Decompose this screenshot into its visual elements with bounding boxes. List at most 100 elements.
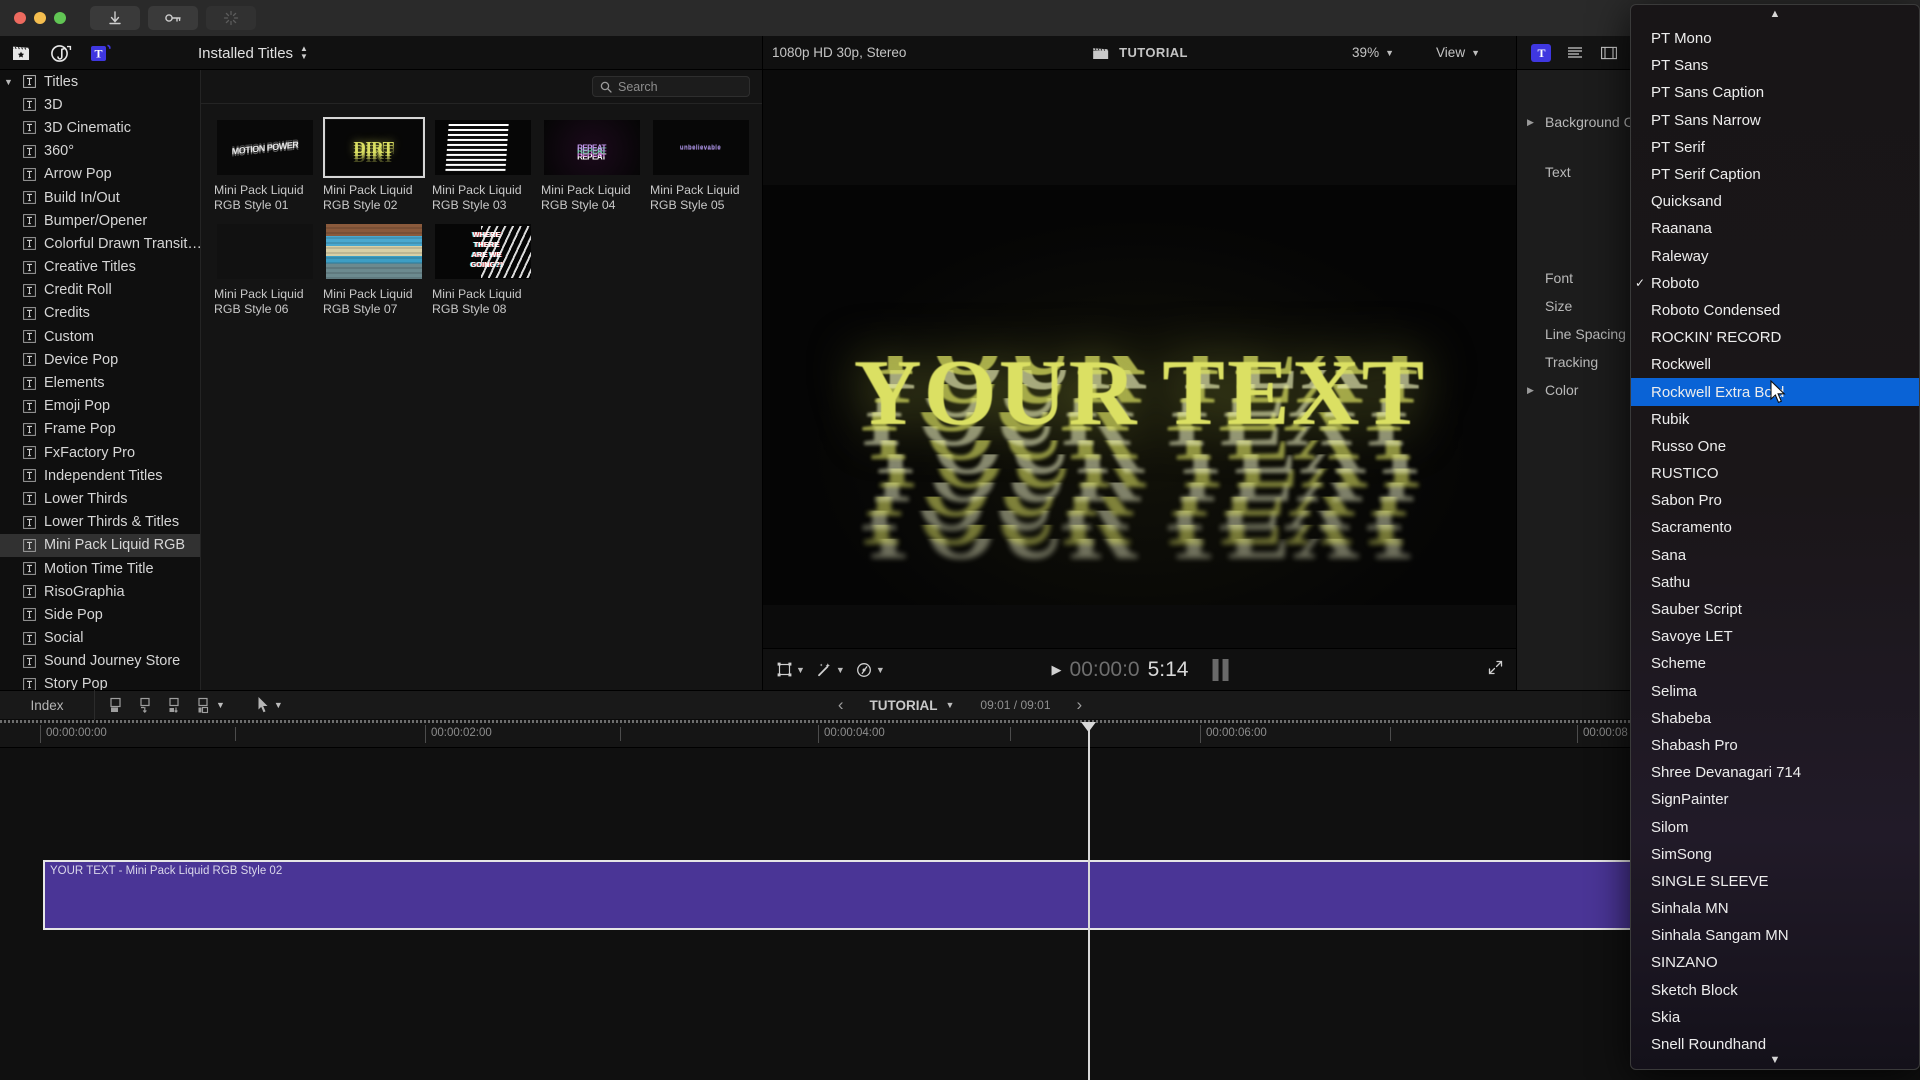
font-menu-item[interactable]: Selima	[1631, 678, 1919, 705]
minimize-window-button[interactable]	[34, 12, 46, 24]
font-menu-item[interactable]: Shabash Pro	[1631, 732, 1919, 759]
maximize-window-button[interactable]	[54, 12, 66, 24]
timeline-index-button[interactable]: Index	[0, 690, 95, 720]
sidebar-item-lower-thirds[interactable]: Lower Thirds	[0, 487, 200, 510]
font-menu-item[interactable]: Sana	[1631, 542, 1919, 569]
scroll-down-arrow-icon[interactable]: ▼	[1631, 1051, 1919, 1069]
thumbnail-preview[interactable]	[325, 224, 422, 279]
sidebar-item-sound-journey-store[interactable]: Sound Journey Store	[0, 650, 200, 673]
font-menu-item[interactable]: Sinhala Sangam MN	[1631, 922, 1919, 949]
font-menu-item[interactable]: ✓ Roboto	[1631, 270, 1919, 297]
select-arrow-tool-menu[interactable]: ▼	[257, 696, 283, 714]
sidebar-item-custom[interactable]: Custom	[0, 325, 200, 348]
font-menu-item[interactable]: Shabeba	[1631, 705, 1919, 732]
titles-thumbnail-grid[interactable]: MOTION POWER Mini Pack Liquid RGB Style 01…	[201, 104, 762, 328]
sidebar-item-emoji-pop[interactable]: Emoji Pop	[0, 395, 200, 418]
sidebar-item-build-in-out[interactable]: Build In/Out	[0, 186, 200, 209]
thumbnail-preview[interactable]: MOTION POWER	[216, 120, 313, 175]
sidebar-item-side-pop[interactable]: Side Pop	[0, 603, 200, 626]
music-photos-icon[interactable]	[50, 43, 72, 63]
range-tool-menu[interactable]: ▼	[196, 697, 225, 714]
font-menu-item[interactable]: PT Mono	[1631, 25, 1919, 52]
expand-viewer-button[interactable]	[1488, 660, 1503, 680]
font-menu-item[interactable]: Sauber Script	[1631, 596, 1919, 623]
next-project-button[interactable]: ›	[1076, 695, 1082, 715]
trim-tool-icon[interactable]	[109, 697, 126, 714]
thumbnail-preview[interactable]	[434, 120, 531, 175]
thumbnail-preview[interactable]: DIRT	[322, 117, 425, 178]
title-thumbnail-item[interactable]: REPEAT Mini Pack Liquid RGB Style 04	[538, 120, 645, 212]
sidebar-item-360[interactable]: 360°	[0, 140, 200, 163]
font-menu-item[interactable]: SignPainter	[1631, 786, 1919, 813]
transform-tool-menu[interactable]: ▼	[777, 662, 805, 677]
sidebar-item-credits[interactable]: Credits	[0, 302, 200, 325]
font-menu-item[interactable]: Scheme	[1631, 650, 1919, 677]
title-thumbnail-item[interactable]: WHERETHEREARE WEGOING?! Mini Pack LiquidR…	[429, 224, 536, 316]
thumbnail-preview[interactable]: REPEAT	[543, 120, 640, 175]
font-menu-item[interactable]: PT Sans Caption	[1631, 79, 1919, 106]
font-menu-item[interactable]: Sabon Pro	[1631, 487, 1919, 514]
thumbnail-preview[interactable]	[216, 224, 313, 279]
keyword-editor-button[interactable]	[148, 6, 198, 30]
viewer-zoom-menu[interactable]: 39% ▼	[1352, 45, 1394, 60]
sidebar-item-3d-cinematic[interactable]: 3D Cinematic	[0, 116, 200, 139]
tab-video[interactable]	[1599, 44, 1619, 62]
thumbnail-preview[interactable]: WHERETHEREARE WEGOING?!	[434, 224, 531, 279]
sidebar-item-credit-roll[interactable]: Credit Roll	[0, 279, 200, 302]
sidebar-item-independent-titles[interactable]: Independent Titles	[0, 464, 200, 487]
font-menu-item[interactable]: SINGLE SLEEVE	[1631, 868, 1919, 895]
title-thumbnail-item[interactable]: unbelievable Mini Pack Liquid RGB Style 05	[647, 120, 754, 212]
font-menu-item[interactable]: Sketch Block	[1631, 977, 1919, 1004]
sidebar-item-mini-pack-liquid-rgb[interactable]: Mini Pack Liquid RGB	[0, 533, 200, 557]
font-menu-item[interactable]: SINZANO	[1631, 949, 1919, 976]
tab-text[interactable]: T	[1531, 43, 1551, 62]
font-menu-item[interactable]: Sacramento	[1631, 514, 1919, 541]
titles-generators-icon[interactable]: T	[90, 43, 112, 63]
font-menu-item[interactable]: Rubik	[1631, 406, 1919, 433]
font-menu-item[interactable]: PT Sans	[1631, 52, 1919, 79]
font-menu-item[interactable]: RUSTICO	[1631, 460, 1919, 487]
font-menu-item[interactable]: Skia	[1631, 1004, 1919, 1031]
sidebar-item-elements[interactable]: Elements	[0, 371, 200, 394]
close-window-button[interactable]	[14, 12, 26, 24]
installed-titles-selector[interactable]: Installed Titles ▲ ▼	[198, 36, 308, 70]
title-thumbnail-item[interactable]: Mini Pack Liquid RGB Style 07	[320, 224, 427, 316]
font-menu-item[interactable]: Sinhala MN	[1631, 895, 1919, 922]
disclosure-triangle-icon[interactable]: ▶	[1527, 117, 1539, 128]
sidebar-item-story-pop[interactable]: Story Pop	[0, 673, 200, 690]
font-menu-item[interactable]: Roboto Condensed	[1631, 297, 1919, 324]
color-board-menu[interactable]: ▼	[856, 662, 885, 678]
viewer-timecode[interactable]: ▶ 00:00:0 5:14	[1052, 658, 1229, 682]
font-menu-item[interactable]: Russo One	[1631, 433, 1919, 460]
background-tasks-button[interactable]	[206, 6, 256, 30]
font-menu-item[interactable]: ROCKIN' RECORD	[1631, 324, 1919, 351]
blade-tool-icon[interactable]	[138, 697, 155, 714]
sidebar-item-motion-time-title[interactable]: Motion Time Title	[0, 557, 200, 580]
sidebar-item-bumper-opener[interactable]: Bumper/Opener	[0, 209, 200, 232]
font-menu-item[interactable]: Raanana	[1631, 215, 1919, 242]
clapperboard-star-icon[interactable]	[10, 43, 32, 63]
font-menu-item[interactable]: Savoye LET	[1631, 623, 1919, 650]
import-media-button[interactable]	[90, 6, 140, 30]
font-menu-item[interactable]: Sathu	[1631, 569, 1919, 596]
thumbnail-preview[interactable]: unbelievable	[652, 120, 749, 175]
scroll-up-arrow-icon[interactable]: ▲	[1631, 5, 1919, 23]
sidebar-item-frame-pop[interactable]: Frame Pop	[0, 418, 200, 441]
viewer-canvas[interactable]: YOUR TEXT YOUR TEXT YOUR TEXT YOUR TEXT YOUR…	[763, 185, 1517, 605]
sidebar-item-device-pop[interactable]: Device Pop	[0, 348, 200, 371]
font-menu-item[interactable]: Quicksand	[1631, 188, 1919, 215]
sidebar-item-lower-thirds-titles[interactable]: Lower Thirds & Titles	[0, 511, 200, 534]
font-menu-item[interactable]: Shree Devanagari 714	[1631, 759, 1919, 786]
title-thumbnail-item[interactable]: DIRT Mini Pack Liquid RGB Style 02	[320, 117, 427, 212]
timeline-project-menu[interactable]: TUTORIAL ▼	[870, 698, 955, 713]
sidebar-item-creative-titles[interactable]: Creative Titles	[0, 256, 200, 279]
tab-titles[interactable]	[1565, 44, 1585, 62]
font-menu-item[interactable]: PT Serif Caption	[1631, 161, 1919, 188]
title-thumbnail-item[interactable]: Mini Pack Liquid RGB Style 03	[429, 120, 536, 212]
font-dropdown-menu[interactable]: ▲ PT Mono PT Sans PT Sans Caption PT Sans N…	[1630, 4, 1920, 1070]
font-menu-item[interactable]: PT Serif	[1631, 134, 1919, 161]
title-thumbnail-item[interactable]: MOTION POWER Mini Pack Liquid RGB Style 01	[211, 120, 318, 212]
disclosure-triangle-icon[interactable]: ▶	[1527, 385, 1539, 396]
font-menu-item[interactable]: Raleway	[1631, 243, 1919, 270]
sidebar-item-fxfactory-pro[interactable]: FxFactory Pro	[0, 441, 200, 464]
